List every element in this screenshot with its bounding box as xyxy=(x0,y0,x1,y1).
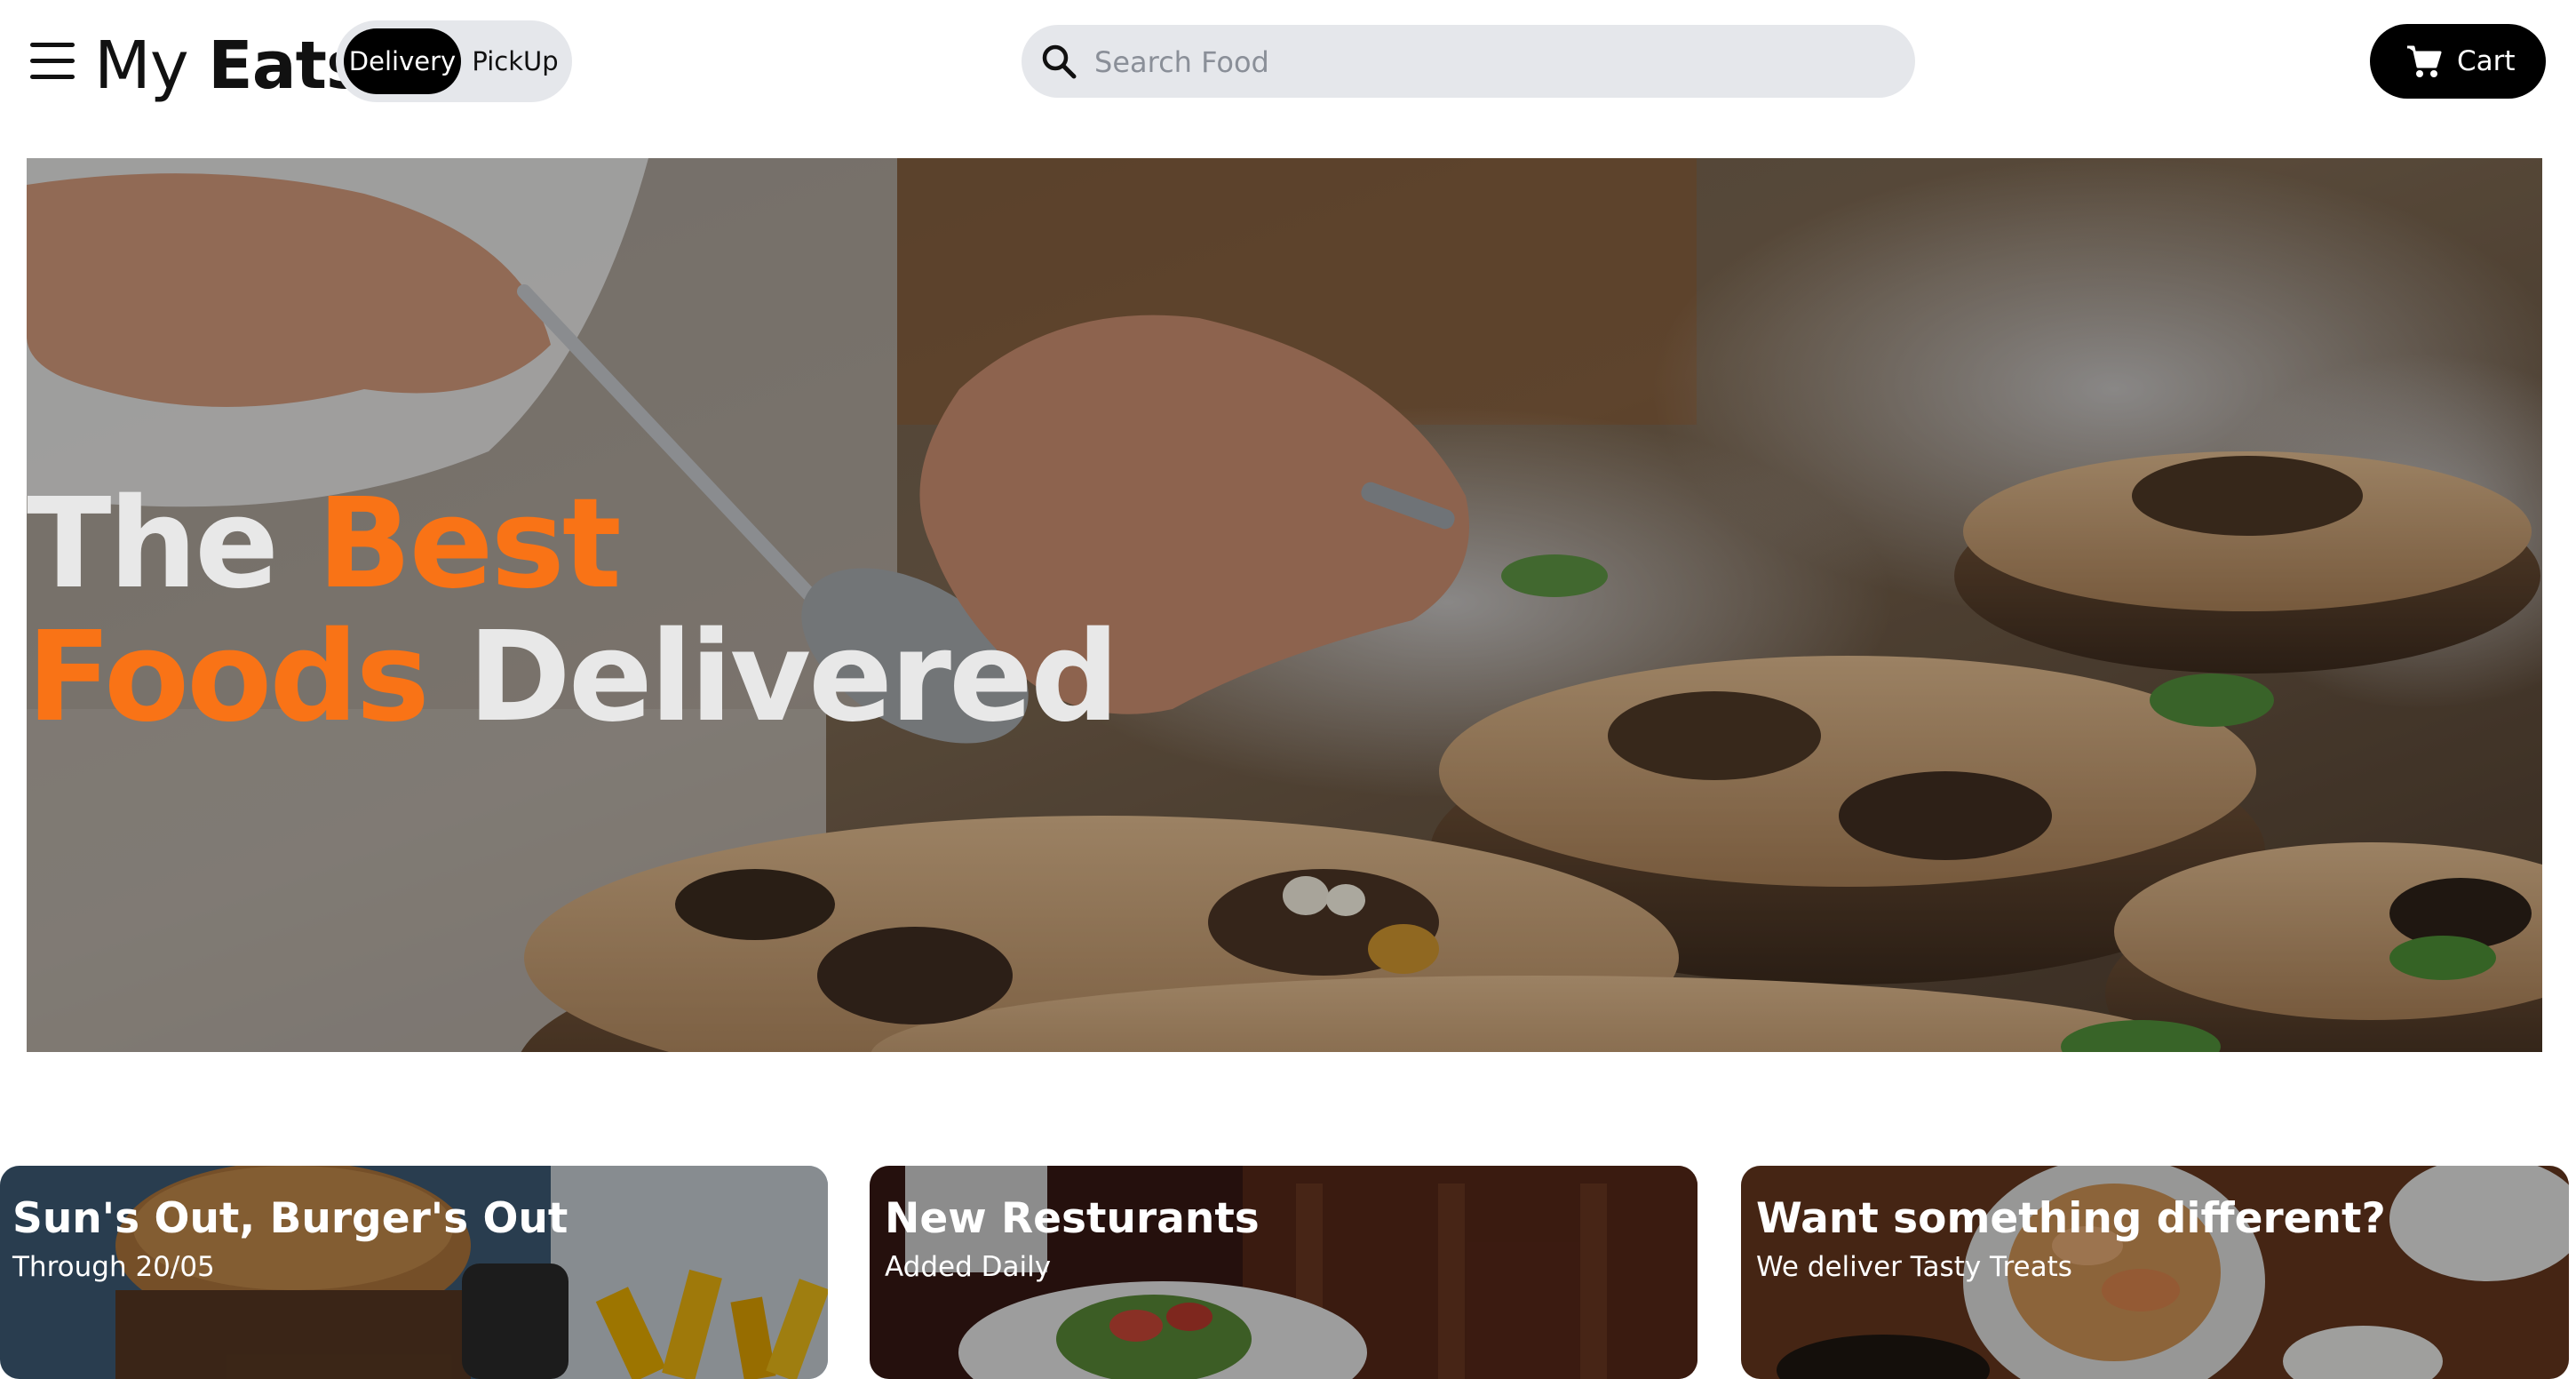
search-icon[interactable] xyxy=(1039,42,1078,81)
promo-title: Want something different? xyxy=(1756,1194,2386,1243)
promo-subtitle: We deliver Tasty Treats xyxy=(1756,1251,2072,1283)
hero-headline-word-foods: Foods xyxy=(27,605,430,750)
search-bar xyxy=(1022,25,1915,100)
pickup-option-button[interactable]: PickUp xyxy=(463,28,568,94)
promo-card-burger[interactable]: Sun's Out, Burger's Out Through 20/05 xyxy=(0,1166,828,1379)
cart-button[interactable]: Cart xyxy=(2370,24,2546,99)
logo-prefix: My xyxy=(94,28,189,104)
cart-label: Cart xyxy=(2457,45,2516,77)
menu-bar-bottom xyxy=(30,75,75,79)
top-navigation-bar: My Eats Delivery PickUp Cart xyxy=(0,0,2576,133)
delivery-pickup-toggle: Delivery PickUp xyxy=(336,20,572,102)
app-logo[interactable]: My Eats xyxy=(94,23,365,108)
search-input[interactable] xyxy=(1093,25,1896,100)
delivery-option-button[interactable]: Delivery xyxy=(344,28,461,94)
hero-headline: The Best Foods Delivered xyxy=(27,478,1119,745)
promo-title: Sun's Out, Burger's Out xyxy=(12,1194,568,1243)
promo-subtitle: Through 20/05 xyxy=(12,1251,215,1283)
hero-headline-word-the: The xyxy=(27,472,279,617)
menu-bar-top xyxy=(30,43,75,47)
hero-headline-word-delivered: Delivered xyxy=(467,605,1120,750)
promo-card-new-restaurants[interactable]: New Resturants Added Daily xyxy=(870,1166,1697,1379)
hero-banner: The Best Foods Delivered xyxy=(27,158,2542,1052)
menu-bar-middle xyxy=(30,59,75,63)
promo-subtitle: Added Daily xyxy=(885,1251,1052,1283)
promo-title: New Resturants xyxy=(885,1194,1260,1243)
promo-card-something-different[interactable]: Want something different? We deliver Tas… xyxy=(1741,1166,2569,1379)
hamburger-menu-icon[interactable] xyxy=(30,39,76,82)
hero-headline-word-best: Best xyxy=(316,472,622,617)
cart-icon xyxy=(2407,45,2442,77)
